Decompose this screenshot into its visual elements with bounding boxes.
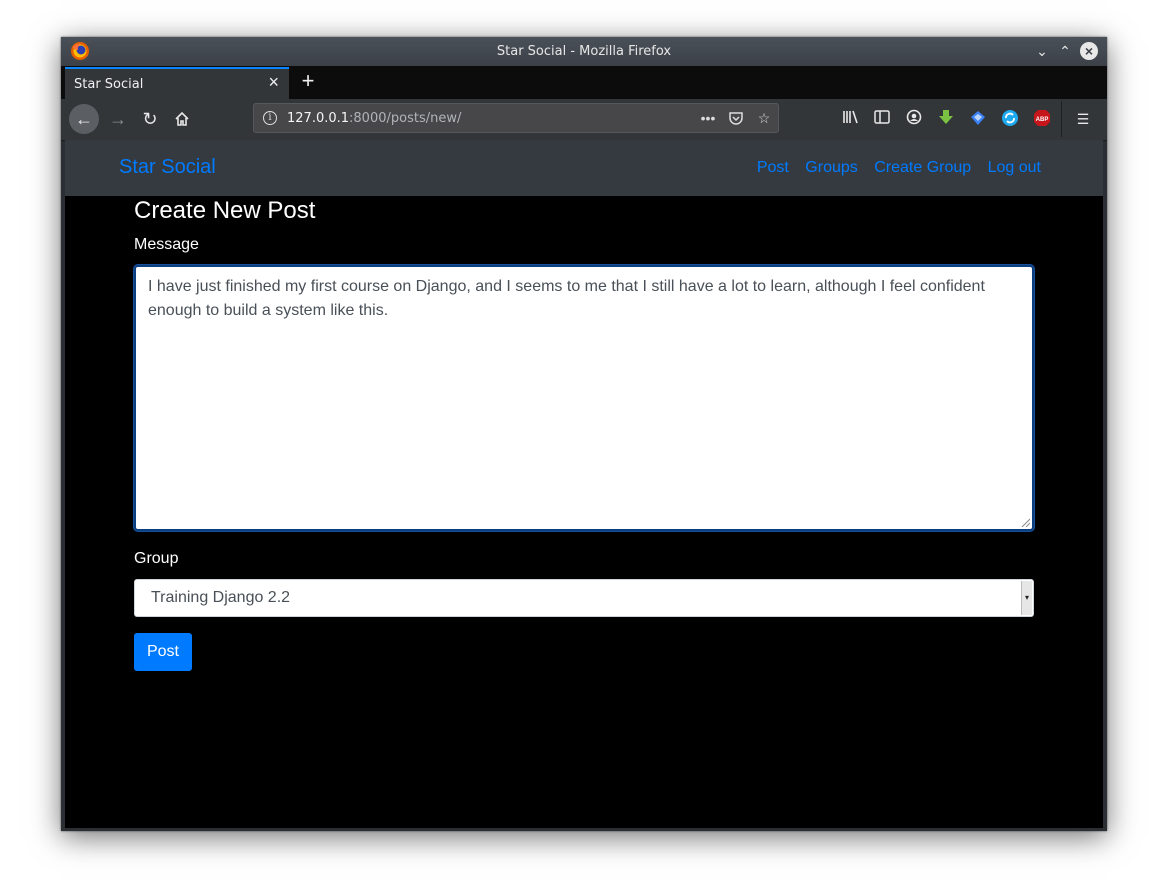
close-window-icon[interactable]: × xyxy=(1080,42,1098,60)
tab-close-icon[interactable]: × xyxy=(268,72,279,93)
group-selected-value: Training Django 2.2 xyxy=(151,589,291,606)
nav-logout-link[interactable]: Log out xyxy=(988,159,1041,176)
sync-extension-icon[interactable] xyxy=(1000,109,1020,129)
tab-title: Star Social xyxy=(74,77,144,92)
back-icon[interactable]: ← xyxy=(69,104,99,134)
message-text: I have just finished my first course on … xyxy=(148,278,985,319)
home-icon[interactable] xyxy=(167,104,197,134)
download-extension-icon[interactable] xyxy=(936,109,956,129)
window-title: Star Social - Mozilla Firefox xyxy=(496,44,672,59)
browser-window: Star Social - Mozilla Firefox ⌄ ⌃ × Star… xyxy=(61,37,1107,831)
bookmark-star-icon[interactable]: ☆ xyxy=(754,108,774,128)
page-title: Create New Post xyxy=(134,197,316,224)
hamburger-menu-icon[interactable]: ☰ xyxy=(1073,109,1093,129)
group-label: Group xyxy=(134,550,179,567)
reload-icon[interactable]: ↻ xyxy=(135,104,165,134)
account-icon[interactable] xyxy=(904,109,924,129)
url-path: :8000/posts/new/ xyxy=(349,111,462,126)
tab-star-social[interactable]: Star Social × xyxy=(65,67,289,99)
minimize-icon[interactable]: ⌄ xyxy=(1033,42,1051,60)
nav-groups-link[interactable]: Groups xyxy=(805,159,857,176)
nav-toolbar: ← → ↻ i 127.0.0.1:8000/posts/new/ ••• ☆ xyxy=(61,99,1107,141)
site-navbar: Star Social Post Groups Create Group Log… xyxy=(65,140,1103,196)
site-brand[interactable]: Star Social xyxy=(119,156,216,179)
nav-post-link[interactable]: Post xyxy=(757,159,789,176)
new-tab-icon[interactable]: + xyxy=(297,69,319,93)
url-host: 127.0.0.1 xyxy=(287,111,350,126)
tab-bar: Star Social × + xyxy=(61,66,1107,99)
forward-icon[interactable]: → xyxy=(103,104,133,134)
page-viewport: Star Social Post Groups Create Group Log… xyxy=(65,140,1103,828)
group-select[interactable]: Training Django 2.2 ▾ xyxy=(134,579,1034,617)
message-textarea[interactable]: I have just finished my first course on … xyxy=(134,265,1034,531)
url-text[interactable]: 127.0.0.1:8000/posts/new/ xyxy=(287,111,461,126)
message-label: Message xyxy=(134,236,199,253)
nav-create-group-link[interactable]: Create Group xyxy=(874,159,971,176)
svg-text:ABP: ABP xyxy=(1036,117,1049,123)
maximize-icon[interactable]: ⌃ xyxy=(1056,42,1074,60)
adblock-plus-icon[interactable]: ABP xyxy=(1032,109,1052,129)
extension-shield-icon[interactable] xyxy=(968,109,988,129)
select-arrow-icon[interactable]: ▾ xyxy=(1021,581,1032,615)
pocket-icon[interactable] xyxy=(726,108,746,128)
url-bar[interactable]: i 127.0.0.1:8000/posts/new/ ••• ☆ xyxy=(253,103,779,133)
resize-grip-icon[interactable] xyxy=(1020,517,1030,527)
title-bar: Star Social - Mozilla Firefox ⌄ ⌃ × xyxy=(61,37,1107,66)
library-icon[interactable] xyxy=(841,109,861,129)
toolbar-separator xyxy=(1061,101,1062,137)
sidebar-icon[interactable] xyxy=(872,109,892,129)
post-submit-button[interactable]: Post xyxy=(134,633,192,671)
info-icon[interactable]: i xyxy=(263,111,277,125)
page-actions-icon[interactable]: ••• xyxy=(698,108,718,128)
site-nav-links: Post Groups Create Group Log out xyxy=(745,159,1041,177)
